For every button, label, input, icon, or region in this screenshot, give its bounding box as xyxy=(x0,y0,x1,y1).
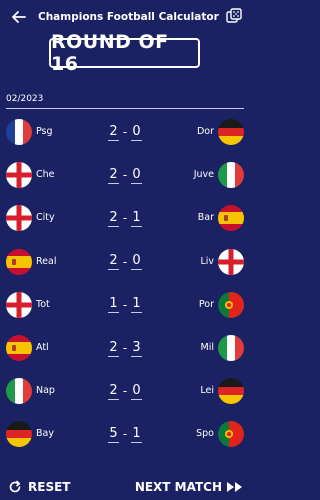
away-goals-field[interactable]: 0 xyxy=(131,383,142,400)
germany-flag-icon xyxy=(218,119,244,145)
season-label: 02/2023 xyxy=(6,94,44,104)
away-goals-field[interactable]: 0 xyxy=(131,167,142,184)
italy-flag-icon xyxy=(6,378,32,405)
england-flag-icon xyxy=(6,205,32,232)
reset-label: RESET xyxy=(28,480,71,494)
match-row: Real 2-0 Liv xyxy=(0,247,250,277)
away-team-name: Liv xyxy=(200,255,214,267)
match-row: Che 2-0 Juve xyxy=(0,160,250,190)
next-match-label: NEXT MATCH xyxy=(134,480,222,494)
home-team-name: Bay xyxy=(36,428,54,440)
match-row: Bay 5-1 Spo xyxy=(0,419,250,449)
score: 1-1 xyxy=(108,295,142,315)
away-team-name: Spo xyxy=(196,428,214,440)
home-goals-field[interactable]: 2 xyxy=(108,124,119,141)
spain-flag-icon xyxy=(218,205,244,232)
score: 2-0 xyxy=(108,165,142,185)
away-team-name: Dor xyxy=(196,126,214,137)
spain-flag-icon xyxy=(6,335,32,361)
away-team-name: Por xyxy=(198,298,214,310)
home-team-name: Psg xyxy=(36,126,53,137)
score: 2-0 xyxy=(108,381,142,401)
match-row: City 2-1 Bar xyxy=(0,203,250,233)
away-team-name: Lei xyxy=(200,385,214,397)
away-goals-field[interactable]: 0 xyxy=(131,253,142,271)
home-team-name: Che xyxy=(36,169,55,181)
score-separator: - xyxy=(122,341,128,355)
season-divider xyxy=(6,108,244,109)
round-title: ROUND OF 16 xyxy=(49,31,200,75)
spain-flag-icon xyxy=(6,248,32,275)
score-separator: - xyxy=(122,297,128,312)
home-team-name: Real xyxy=(36,255,57,267)
home-goals-field[interactable]: 1 xyxy=(108,296,119,314)
score-separator: - xyxy=(122,168,128,183)
refresh-icon xyxy=(9,480,21,493)
home-team-name: Atl xyxy=(36,342,49,353)
app-title: Champions Football Calculator xyxy=(38,11,219,23)
reset-button[interactable]: RESET xyxy=(8,480,70,494)
back-button[interactable] xyxy=(6,0,32,34)
away-team-name: Mil xyxy=(200,342,214,353)
score: 2-0 xyxy=(108,252,142,272)
england-flag-icon xyxy=(218,248,244,275)
next-match-button[interactable]: NEXT MATCH xyxy=(135,480,244,494)
italy-flag-icon xyxy=(218,162,244,189)
score-separator: - xyxy=(122,254,128,269)
match-row: Nap 2-0 Lei xyxy=(0,376,250,406)
match-row: Tot 1-1 Por xyxy=(0,290,250,320)
away-team-name: Bar xyxy=(197,212,214,224)
away-goals-field[interactable]: 1 xyxy=(131,296,142,314)
italy-flag-icon xyxy=(218,335,244,361)
score-separator: - xyxy=(122,211,128,226)
portugal-flag-icon xyxy=(218,291,244,318)
score: 2-1 xyxy=(108,208,142,228)
arrow-left-icon xyxy=(12,11,26,23)
score: 2-0 xyxy=(108,122,142,142)
bottom-bar: RESET NEXT MATCH xyxy=(0,478,250,500)
portugal-flag-icon xyxy=(218,421,244,448)
dice-icon xyxy=(226,8,242,23)
home-team-name: Nap xyxy=(36,385,55,397)
match-row: Atl 2-3 Mil xyxy=(0,333,250,363)
home-goals-field[interactable]: 2 xyxy=(108,383,119,400)
score-separator: - xyxy=(122,384,128,399)
fast-forward-icon xyxy=(227,482,242,492)
score: 2-3 xyxy=(108,338,142,358)
home-goals-field[interactable]: 2 xyxy=(108,340,119,357)
home-team-name: Tot xyxy=(36,298,50,310)
home-goals-field[interactable]: 2 xyxy=(108,210,119,227)
away-goals-field[interactable]: 3 xyxy=(131,340,142,357)
england-flag-icon xyxy=(6,291,32,318)
match-row: Psg 2-0 Dor xyxy=(0,117,250,147)
score: 5-1 xyxy=(108,424,142,444)
germany-flag-icon xyxy=(6,421,32,448)
away-goals-field[interactable]: 1 xyxy=(131,426,142,443)
score-separator: - xyxy=(122,427,128,442)
home-team-name: City xyxy=(36,212,55,224)
away-team-name: Juve xyxy=(193,169,214,181)
away-goals-field[interactable]: 0 xyxy=(131,124,142,141)
random-button[interactable] xyxy=(226,8,242,24)
home-goals-field[interactable]: 2 xyxy=(108,253,119,271)
germany-flag-icon xyxy=(218,378,244,405)
score-separator: - xyxy=(122,125,128,139)
away-goals-field[interactable]: 1 xyxy=(131,210,142,227)
home-goals-field[interactable]: 5 xyxy=(108,426,119,443)
home-goals-field[interactable]: 2 xyxy=(108,167,119,184)
app-bar: Champions Football Calculator xyxy=(0,0,250,34)
france-flag-icon xyxy=(6,119,32,145)
england-flag-icon xyxy=(6,162,32,189)
